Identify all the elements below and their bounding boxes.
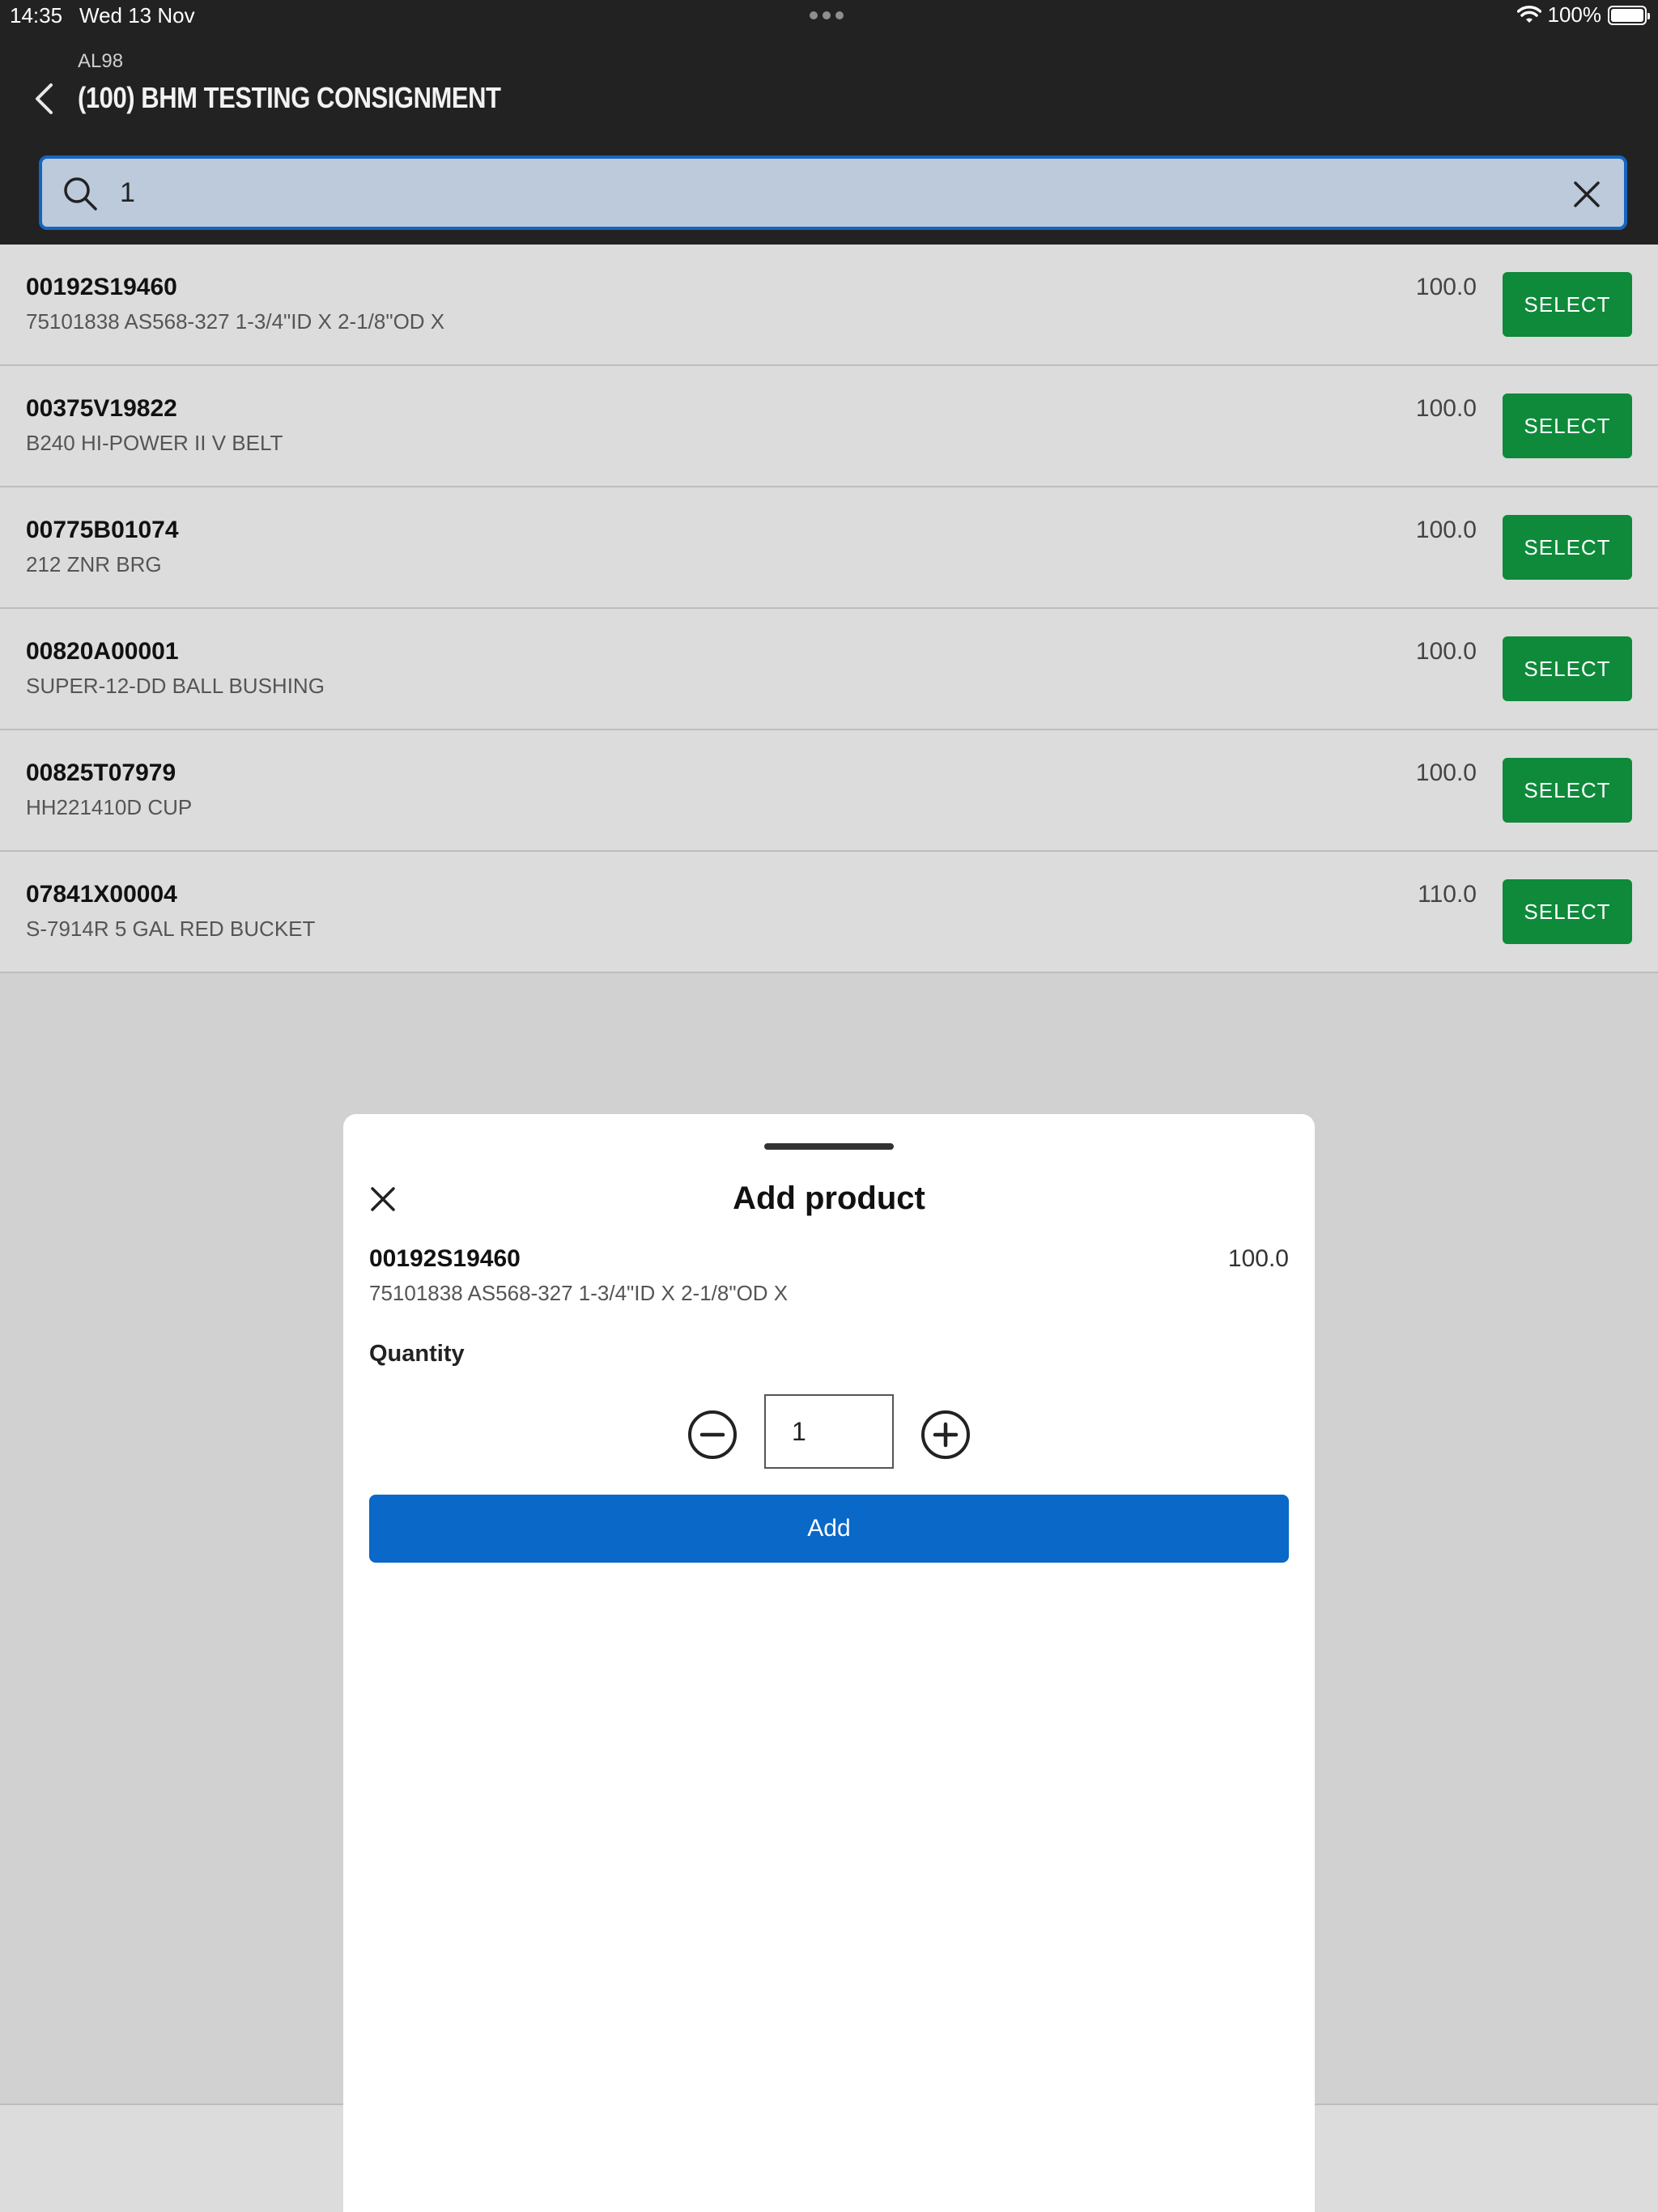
- product-list: 00192S19460 75101838 AS568-327 1-3/4"ID …: [0, 245, 1658, 973]
- product-description: B240 HI-POWER II V BELT: [26, 431, 283, 455]
- status-right: 100%: [1516, 2, 1650, 28]
- select-button[interactable]: SELECT: [1503, 879, 1632, 944]
- list-item[interactable]: 00825T07979 HH221410D CUP 100.0 SELECT: [0, 730, 1658, 852]
- product-description: 212 ZNR BRG: [26, 552, 162, 576]
- product-quantity: 100.0: [1415, 395, 1477, 422]
- wifi-icon: [1516, 5, 1541, 23]
- product-code: 00192S19460: [26, 274, 177, 300]
- search-icon: [64, 177, 97, 211]
- quantity-label: Quantity: [369, 1341, 465, 1367]
- status-time: 14:35: [10, 3, 63, 28]
- product-description: HH221410D CUP: [26, 795, 193, 819]
- select-button[interactable]: SELECT: [1503, 272, 1632, 337]
- product-code: 00820A00001: [26, 638, 179, 665]
- product-code: 00825T07979: [26, 759, 176, 786]
- product-code: 00192S19460: [369, 1245, 521, 1272]
- product-quantity: 110.0: [1418, 881, 1477, 908]
- add-button[interactable]: Add: [369, 1495, 1289, 1563]
- product-quantity: 100.0: [1415, 638, 1477, 665]
- product-description: 75101838 AS568-327 1-3/4"ID X 2-1/8"OD X: [26, 309, 445, 334]
- minus-circle-icon[interactable]: [687, 1409, 738, 1461]
- product-quantity: 100.0: [1415, 759, 1477, 786]
- page-title: (100) BHM TESTING CONSIGNMENT: [78, 81, 501, 114]
- product-quantity: 100.0: [1415, 517, 1477, 543]
- sheet-title: Add product: [733, 1180, 925, 1216]
- select-button[interactable]: SELECT: [1503, 636, 1632, 701]
- product-description: SUPER-12-DD BALL BUSHING: [26, 674, 325, 698]
- list-item[interactable]: 00375V19822 B240 HI-POWER II V BELT 100.…: [0, 366, 1658, 487]
- product-description: 75101838 AS568-327 1-3/4"ID X 2-1/8"OD X: [369, 1281, 789, 1305]
- status-date: Wed 13 Nov: [79, 3, 195, 28]
- product-code: 00775B01074: [26, 517, 179, 543]
- sheet-handle[interactable]: [764, 1143, 894, 1150]
- back-chevron-icon[interactable]: [28, 78, 60, 120]
- list-item[interactable]: 00775B01074 212 ZNR BRG 100.0 SELECT: [0, 487, 1658, 609]
- search-bar[interactable]: [39, 155, 1627, 230]
- select-button[interactable]: SELECT: [1503, 393, 1632, 458]
- app-header: 14:35 Wed 13 Nov 100% AL98 (100) BHM TES…: [0, 0, 1658, 245]
- list-item[interactable]: 00192S19460 75101838 AS568-327 1-3/4"ID …: [0, 245, 1658, 366]
- list-item[interactable]: 07841X00004 S-7914R 5 GAL RED BUCKET 110…: [0, 852, 1658, 973]
- battery-percent: 100%: [1547, 2, 1602, 27]
- quantity-stepper[interactable]: [764, 1394, 894, 1469]
- list-item[interactable]: 00820A00001 SUPER-12-DD BALL BUSHING 100…: [0, 609, 1658, 730]
- add-product-sheet: Add product 00192S19460 100.0 75101838 A…: [343, 1114, 1315, 2212]
- product-description: S-7914R 5 GAL RED BUCKET: [26, 917, 316, 941]
- product-code: 00375V19822: [26, 395, 177, 422]
- search-input[interactable]: [120, 172, 1545, 214]
- select-button[interactable]: SELECT: [1503, 515, 1632, 580]
- product-quantity: 100.0: [1415, 274, 1477, 300]
- select-button[interactable]: SELECT: [1503, 758, 1632, 823]
- status-bar: 14:35 Wed 13 Nov 100%: [0, 0, 1658, 32]
- multitask-dots-icon[interactable]: [810, 11, 844, 19]
- product-code: 07841X00004: [26, 881, 177, 908]
- clear-icon[interactable]: [1571, 178, 1603, 211]
- plus-circle-icon[interactable]: [920, 1409, 971, 1461]
- product-quantity: 100.0: [1227, 1245, 1289, 1272]
- battery-icon: [1608, 5, 1650, 25]
- consignment-code: AL98: [78, 50, 124, 72]
